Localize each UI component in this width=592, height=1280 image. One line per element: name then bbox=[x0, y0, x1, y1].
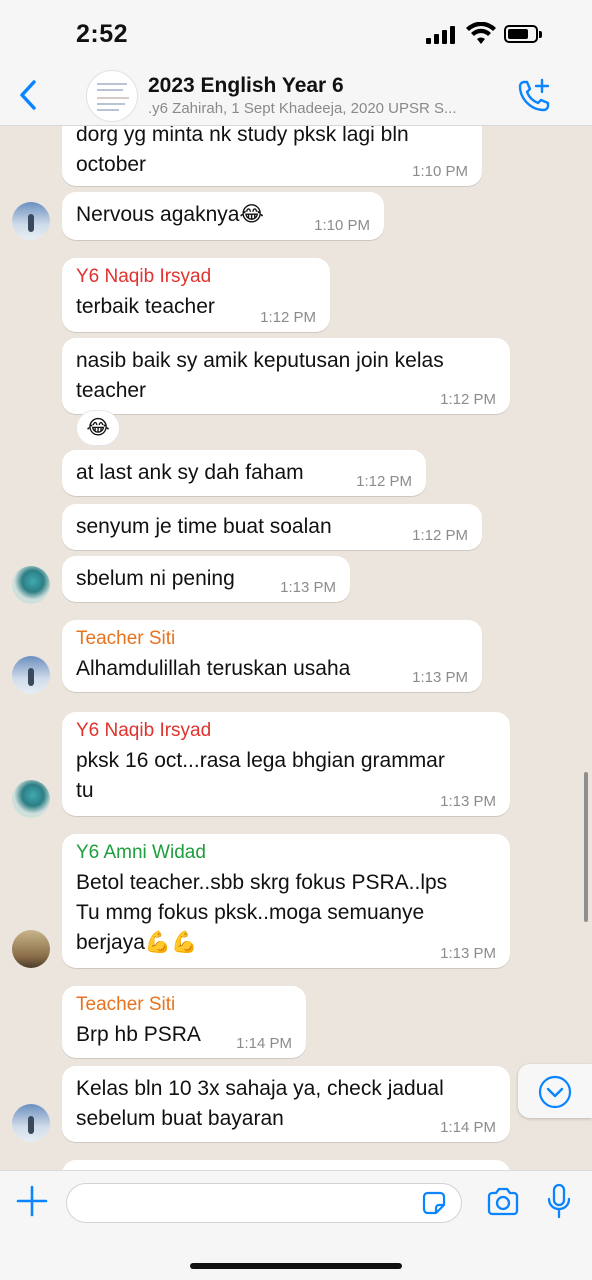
message-bubble[interactable]: at last ank sy dah faham 1:12 PM bbox=[62, 450, 426, 496]
reaction-badge[interactable]: 😂 bbox=[76, 410, 120, 446]
message-text: pksk 16 oct...rasa lega bhgian grammar t… bbox=[76, 749, 445, 802]
camera-icon[interactable] bbox=[486, 1187, 520, 1217]
message-text: senyum je time buat soalan bbox=[76, 515, 332, 538]
sender-name[interactable]: Y6 Naqib Irsyad bbox=[76, 720, 496, 742]
message-bubble[interactable]: Y6 Naqib Irsyad terbaik teacher 1:12 PM bbox=[62, 258, 330, 332]
avatar[interactable] bbox=[12, 566, 50, 604]
message-text: Kelas bln 10 3x sahaja ya, check jadual … bbox=[76, 1077, 444, 1130]
message-bubble[interactable]: Y6 Amni Widad Betol teacher..sbb skrg fo… bbox=[62, 834, 510, 968]
message-time: 1:13 PM bbox=[412, 669, 468, 686]
message-bubble[interactable]: Y6 Naqib Irsyad pksk 16 oct...rasa lega … bbox=[62, 712, 510, 816]
message-bubble[interactable]: senyum je time buat soalan 1:12 PM bbox=[62, 504, 482, 550]
sender-name[interactable]: Teacher Siti bbox=[76, 994, 292, 1016]
message-bubble[interactable]: nasib baik sy amik keputusan join kelas … bbox=[62, 338, 510, 414]
add-call-icon[interactable] bbox=[514, 78, 554, 114]
chevron-down-icon bbox=[538, 1075, 572, 1109]
message-input[interactable] bbox=[66, 1183, 462, 1223]
message-text: dorg yg minta nk study pksk lagi bln oct… bbox=[76, 126, 409, 176]
message-text: nasib baik sy amik keputusan join kelas … bbox=[76, 349, 444, 402]
message-time: 1:13 PM bbox=[280, 579, 336, 596]
avatar[interactable] bbox=[12, 780, 50, 818]
avatar[interactable] bbox=[12, 656, 50, 694]
status-time: 2:52 bbox=[76, 20, 129, 48]
message-time: 1:10 PM bbox=[412, 163, 468, 180]
message-time: 1:12 PM bbox=[260, 309, 316, 326]
scrollbar[interactable] bbox=[584, 772, 588, 922]
message-bubble[interactable]: Kelas bln 10 3x sahaja ya, check jadual … bbox=[62, 1066, 510, 1142]
avatar[interactable] bbox=[12, 1104, 50, 1142]
home-indicator[interactable] bbox=[190, 1263, 402, 1269]
back-chevron-icon[interactable] bbox=[14, 78, 44, 112]
message-time: 1:10 PM bbox=[314, 217, 370, 234]
message-time: 1:12 PM bbox=[440, 391, 496, 408]
chat-header: 2023 English Year 6 .y6 Zahirah, 1 Sept … bbox=[0, 66, 592, 126]
status-bar: 2:52 bbox=[0, 0, 592, 66]
chat-title[interactable]: 2023 English Year 6 bbox=[148, 74, 344, 98]
message-bubble[interactable]: Teacher Siti Brp hb PSRA 1:14 PM bbox=[62, 986, 306, 1058]
sender-name[interactable]: Teacher Siti bbox=[76, 628, 468, 650]
message-time: 1:12 PM bbox=[412, 527, 468, 544]
scroll-to-bottom-button[interactable] bbox=[518, 1064, 592, 1118]
battery-icon bbox=[504, 25, 542, 43]
message-time: 1:14 PM bbox=[236, 1035, 292, 1052]
message-bubble[interactable]: Nervous agaknya😂 1:10 PM bbox=[62, 192, 384, 240]
message-bubble[interactable]: Teacher Siti Alhamdulillah teruskan usah… bbox=[62, 620, 482, 692]
avatar[interactable] bbox=[12, 202, 50, 240]
signal-icon bbox=[426, 26, 458, 44]
message-bubble-partial[interactable] bbox=[62, 1160, 510, 1170]
sender-name[interactable]: Y6 Amni Widad bbox=[76, 842, 496, 864]
chat-subtitle[interactable]: .y6 Zahirah, 1 Sept Khadeeja, 2020 UPSR … bbox=[148, 100, 498, 117]
message-bubble[interactable]: sbelum ni pening 1:13 PM bbox=[62, 556, 350, 602]
avatar[interactable] bbox=[12, 930, 50, 968]
sticker-icon[interactable] bbox=[420, 1189, 448, 1217]
microphone-icon[interactable] bbox=[546, 1183, 572, 1219]
message-text: Betol teacher..sbb skrg fokus PSRA..lps … bbox=[76, 871, 448, 954]
message-list[interactable]: dorg yg minta nk study pksk lagi bln oct… bbox=[0, 126, 592, 1170]
group-avatar[interactable] bbox=[86, 70, 138, 122]
message-time: 1:12 PM bbox=[356, 473, 412, 490]
message-bubble[interactable]: dorg yg minta nk study pksk lagi bln oct… bbox=[62, 126, 482, 186]
message-text: Alhamdulillah teruskan usaha bbox=[76, 657, 351, 680]
message-time: 1:13 PM bbox=[440, 793, 496, 810]
attach-plus-icon[interactable] bbox=[16, 1185, 48, 1217]
sender-name[interactable]: Y6 Naqib Irsyad bbox=[76, 266, 316, 288]
composer-bar bbox=[0, 1170, 592, 1280]
message-time: 1:14 PM bbox=[440, 1119, 496, 1136]
wifi-icon bbox=[466, 22, 496, 44]
message-time: 1:13 PM bbox=[440, 945, 496, 962]
